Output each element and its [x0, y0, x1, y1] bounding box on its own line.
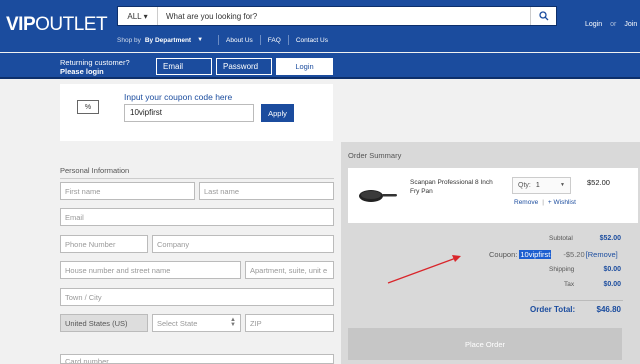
item-actions: Remove | + Wishlist — [514, 199, 576, 206]
email-field[interactable]: Email — [60, 208, 334, 226]
divider — [259, 35, 261, 45]
card-number-field[interactable]: Card number — [60, 354, 334, 364]
coupon-amount: -$5.20 — [563, 250, 585, 259]
coupon-row: Coupon: 10vipfirst -$5.20 [Remove] — [489, 250, 618, 259]
phone-field[interactable]: Phone Number — [60, 235, 148, 253]
last-name-field[interactable]: Last name — [199, 182, 334, 200]
chevron-down-icon[interactable]: ▼ — [197, 37, 203, 43]
place-order-button[interactable]: Place Order — [348, 328, 622, 360]
subtotal-label: Subtotal — [549, 235, 573, 242]
sub-navigation: Shop by By Department ▼ About Us FAQ Con… — [117, 35, 328, 45]
country-field[interactable]: United States (US) — [60, 314, 148, 332]
first-name-field[interactable]: First name — [60, 182, 195, 200]
site-logo[interactable]: VIPOUTLET — [6, 14, 108, 36]
coupon-code-input[interactable]: 10vipfirst — [124, 104, 254, 122]
fry-pan-image — [359, 190, 397, 202]
personal-info-title: Personal Information — [60, 166, 130, 175]
returning-customer-text: Returning customer? Please login — [60, 58, 130, 76]
nav-about-us[interactable]: About Us — [226, 37, 253, 44]
address-line2-field[interactable]: Apartment, suite, unit e — [245, 261, 334, 279]
search-category-select[interactable]: ALL ▾ — [118, 7, 158, 25]
state-select[interactable]: Select State ▲ ▼ — [152, 314, 241, 332]
coupon-card: % Input your coupon code here 10vipfirst… — [60, 84, 333, 141]
auth-links: Login or Join — [585, 21, 637, 28]
subtotal-value: $52.00 — [599, 235, 621, 242]
search-button[interactable] — [530, 7, 556, 25]
site-header: VIPOUTLET ALL▾ Shop by By Department ▼ A… — [0, 0, 640, 52]
department-menu[interactable]: By Department — [145, 37, 191, 44]
applied-coupon-code: 10vipfirst — [519, 250, 552, 259]
city-field[interactable]: Town / City — [60, 288, 334, 306]
remove-item-link[interactable]: Remove — [514, 199, 538, 206]
search-icon — [538, 11, 548, 21]
add-to-wishlist-link[interactable]: + Wishlist — [548, 199, 576, 206]
returning-customer-bar: Returning customer? Please login Email P… — [0, 53, 640, 79]
zip-field[interactable]: ZIP — [245, 314, 334, 332]
chevron-down-icon: ▼ — [560, 182, 565, 188]
tax-label: Tax — [564, 281, 575, 288]
search-input[interactable] — [158, 7, 530, 25]
divider — [533, 300, 623, 301]
item-name: Scanpan Professional 8 Inch Fry Pan — [410, 179, 493, 195]
chevron-updown-icon: ▲ ▼ — [230, 317, 236, 328]
shop-by-label: Shop by — [117, 36, 141, 44]
quantity-select[interactable]: Qty: 1 ▼ — [512, 177, 571, 194]
nav-faq[interactable]: FAQ — [268, 37, 281, 44]
item-price: $52.00 — [587, 178, 610, 187]
login-button[interactable]: Login — [276, 58, 333, 75]
order-total-value: $46.80 — [596, 305, 621, 314]
chevron-down-icon: ▾ — [143, 11, 148, 21]
order-summary-title: Order Summary — [348, 151, 402, 160]
tax-value: $0.00 — [603, 281, 621, 288]
address-line1-field[interactable]: House number and street name — [60, 261, 241, 279]
login-email-field[interactable]: Email — [156, 58, 212, 75]
divider — [218, 35, 220, 45]
remove-coupon-link[interactable]: [Remove] — [586, 250, 618, 259]
header-join-link[interactable]: Join — [624, 21, 637, 28]
search-bar: ALL ▾ — [117, 6, 557, 26]
nav-contact-us[interactable]: Contact Us — [296, 37, 328, 44]
shipping-value: $0.00 — [603, 266, 621, 273]
divider — [60, 178, 334, 179]
shipping-label: Shipping — [549, 266, 575, 273]
login-password-field[interactable]: Password — [216, 58, 272, 75]
or-label: or — [610, 21, 617, 28]
divider — [287, 35, 289, 45]
coupon-ticket-icon: % — [77, 100, 99, 114]
company-field[interactable]: Company — [152, 235, 334, 253]
order-total-label: Order Total: — [530, 305, 576, 314]
apply-coupon-button[interactable]: Apply — [261, 104, 294, 122]
coupon-title: Input your coupon code here — [124, 92, 233, 102]
cart-item: Scanpan Professional 8 Inch Fry Pan Qty:… — [348, 168, 638, 223]
coupon-label: Coupon: — [489, 250, 518, 259]
header-login-link[interactable]: Login — [585, 21, 602, 28]
